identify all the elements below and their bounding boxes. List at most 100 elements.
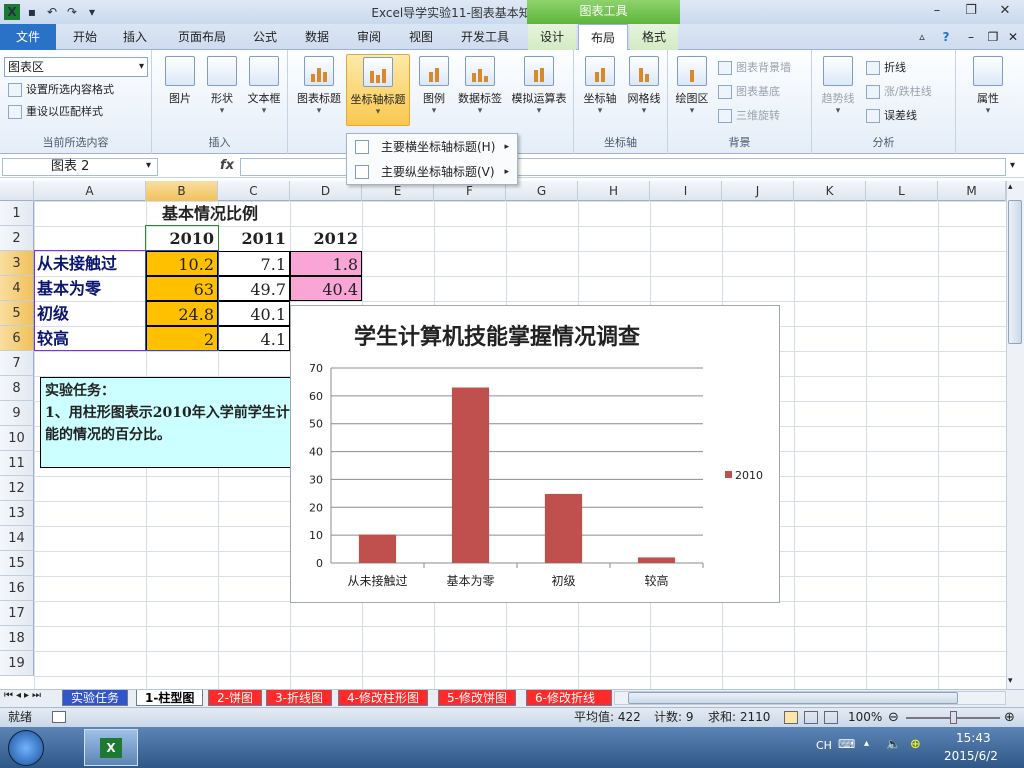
chart-wall-button[interactable]: 图表背景墙 — [716, 58, 791, 78]
sheet-tab[interactable]: 5-修改饼图 — [438, 690, 516, 706]
doc-minimize-icon[interactable]: – — [962, 24, 980, 50]
row-header[interactable]: 10 — [0, 426, 34, 451]
chart-title[interactable]: 学生计算机技能掌握情况调查 — [354, 324, 640, 350]
trendline-button[interactable]: 趋势线 ▾ — [816, 54, 860, 126]
close-icon[interactable]: ✕ — [992, 2, 1018, 20]
x-tick-label[interactable]: 从未接触过 — [347, 573, 407, 588]
tab-review[interactable]: 审阅 — [348, 24, 390, 50]
data-labels-button[interactable]: 数据标签 ▾ — [454, 54, 506, 126]
data-cell-2012[interactable]: 1.8 — [290, 251, 362, 276]
chart-title-button[interactable]: 图表标题 ▾ — [294, 54, 344, 126]
ime-icon[interactable]: ⌨ — [838, 737, 855, 751]
row-header[interactable]: 7 — [0, 351, 34, 376]
row-header[interactable]: 18 — [0, 626, 34, 651]
row-header[interactable]: 3 — [0, 251, 34, 276]
format-selection-button[interactable]: 设置所选内容格式 — [6, 80, 114, 100]
row-header[interactable]: 1 — [0, 201, 34, 226]
updown-bars-button[interactable]: 涨/跌柱线 — [864, 82, 932, 102]
sheet-tab[interactable]: 实验任务 — [62, 690, 129, 706]
chart-element-combo[interactable]: 图表区 — [4, 57, 148, 77]
row-label-cell[interactable]: 较高 — [34, 326, 146, 351]
zoom-level[interactable]: 100% — [848, 708, 882, 727]
tab-layout[interactable]: 布局 — [578, 24, 628, 51]
plot-area-button[interactable]: 绘图区 ▾ — [670, 54, 714, 126]
tab-file[interactable]: 文件 — [0, 24, 56, 50]
year-header-2011[interactable]: 2011 — [218, 226, 290, 251]
data-cell-2011[interactable]: 49.7 — [218, 276, 290, 301]
doc-close-icon[interactable]: ✕ — [1004, 24, 1022, 50]
column-header-m[interactable]: M — [938, 181, 1006, 201]
column-header-a[interactable]: A — [34, 181, 146, 201]
row-header[interactable]: 9 — [0, 401, 34, 426]
x-tick-label[interactable]: 初级 — [551, 574, 575, 588]
axes-button[interactable]: 坐标轴 ▾ — [578, 54, 622, 126]
start-button-icon[interactable] — [8, 730, 44, 766]
row-label-cell[interactable]: 基本为零 — [34, 276, 146, 301]
y-tick-label[interactable]: 70 — [309, 362, 323, 375]
tab-formulas[interactable]: 公式 — [244, 24, 286, 50]
lines-button[interactable]: 折线 — [864, 58, 906, 78]
normal-view-icon[interactable] — [784, 711, 798, 724]
taskbar-excel-button[interactable]: X — [84, 729, 138, 766]
sheet-tab[interactable]: 4-修改柱形图 — [338, 690, 428, 706]
row-header[interactable]: 8 — [0, 376, 34, 401]
sheet-nav-icons[interactable]: ⏮◂▸⏭ — [4, 690, 44, 701]
minimize-icon[interactable]: – — [924, 2, 950, 20]
data-cell-2012[interactable]: 40.4 — [290, 276, 362, 301]
doc-restore-icon[interactable]: ❐ — [984, 24, 1002, 50]
insert-function-icon[interactable]: fx — [216, 158, 238, 176]
column-chart[interactable]: 学生计算机技能掌握情况调查 0 10 20 30 40 50 60 70 从未接触过 基本为零 初级 较… — [291, 306, 779, 602]
bar[interactable] — [544, 493, 583, 563]
data-cell-2010[interactable]: 24.8 — [146, 301, 218, 326]
y-tick-label[interactable]: 30 — [309, 473, 323, 486]
row-header[interactable]: 4 — [0, 276, 34, 301]
data-cell-2010[interactable]: 63 — [146, 276, 218, 301]
data-cell-2010[interactable]: 10.2 — [146, 251, 218, 276]
tab-developer[interactable]: 开发工具 — [452, 24, 518, 50]
row-header[interactable]: 15 — [0, 551, 34, 576]
column-header-j[interactable]: J — [722, 181, 794, 201]
legend-button[interactable]: 图例 ▾ — [412, 54, 456, 126]
tab-data[interactable]: 数据 — [296, 24, 338, 50]
menu-item-primary-horizontal-axis-title[interactable]: 主要横坐标轴标题(H) ▸ — [347, 135, 517, 159]
column-header-k[interactable]: K — [794, 181, 866, 201]
legend-label[interactable]: 2010 — [735, 469, 763, 482]
tab-format[interactable]: 格式 — [630, 24, 678, 50]
select-all-button[interactable] — [0, 181, 34, 201]
error-bars-button[interactable]: 误差线 — [864, 106, 917, 126]
horizontal-scroll-thumb[interactable] — [628, 692, 958, 704]
row-header[interactable]: 19 — [0, 651, 34, 676]
data-cell-2011[interactable]: 4.1 — [218, 326, 290, 351]
chart-area[interactable]: 学生计算机技能掌握情况调查 0 10 20 30 40 50 60 70 从未接触过 基本为零 初级 较… — [290, 305, 780, 603]
properties-button[interactable]: 属性 ▾ — [966, 54, 1010, 126]
scroll-up-icon[interactable]: ▴ — [1008, 182, 1013, 192]
y-tick-label[interactable]: 60 — [309, 390, 323, 403]
sheet-tab[interactable]: 3-折线图 — [266, 690, 332, 706]
data-table-button[interactable]: 模拟运算表 ▾ — [508, 54, 570, 126]
name-box-dropdown-icon[interactable]: ▾ — [146, 160, 151, 171]
zoom-in-icon[interactable]: ⊕ — [1004, 708, 1015, 727]
row-label-cell[interactable]: 初级 — [34, 301, 146, 326]
restore-icon[interactable]: ❐ — [958, 2, 984, 20]
column-header-b[interactable]: B — [146, 181, 218, 201]
row-header[interactable]: 11 — [0, 451, 34, 476]
year-header-2010[interactable]: 2010 — [146, 226, 218, 251]
data-cell-2011[interactable]: 7.1 — [218, 251, 290, 276]
row-header[interactable]: 13 — [0, 501, 34, 526]
row-header[interactable]: 14 — [0, 526, 34, 551]
row-header[interactable]: 6 — [0, 326, 34, 351]
data-cell-2010[interactable]: 2 — [146, 326, 218, 351]
zoom-out-icon[interactable]: ⊖ — [888, 708, 899, 727]
y-tick-label[interactable]: 10 — [309, 529, 323, 542]
row-label-cell[interactable]: 从未接触过 — [34, 251, 146, 276]
legend-swatch[interactable] — [725, 471, 732, 478]
vertical-scroll-thumb[interactable] — [1008, 200, 1022, 344]
tray-expand-icon[interactable]: ▴ — [864, 738, 869, 749]
sheet-tab[interactable]: 2-饼图 — [208, 690, 262, 706]
expand-formula-icon[interactable]: ▾ — [1010, 160, 1015, 171]
macro-record-icon[interactable] — [52, 711, 66, 723]
y-tick-label[interactable]: 0 — [316, 557, 323, 570]
input-language[interactable]: CH — [816, 739, 832, 752]
tab-page-layout[interactable]: 页面布局 — [168, 24, 236, 50]
y-tick-label[interactable]: 20 — [309, 501, 323, 514]
